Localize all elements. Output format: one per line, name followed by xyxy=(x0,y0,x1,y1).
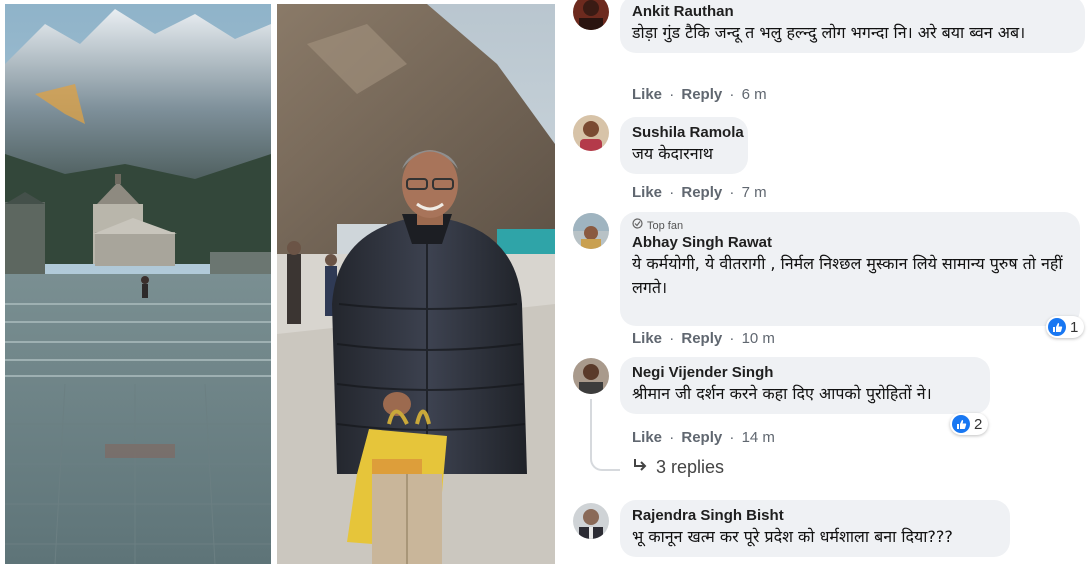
avatar[interactable] xyxy=(573,213,609,249)
comment-time[interactable]: 14 m xyxy=(742,429,775,446)
separator: · xyxy=(729,330,735,347)
reply-button[interactable]: Reply xyxy=(681,429,722,446)
separator: · xyxy=(729,429,735,446)
thread-line xyxy=(590,399,620,471)
comment-bubble: Rajendra Singh Bisht भू कानून खत्म कर पू… xyxy=(620,500,1010,557)
comment-actions: Like · Reply · 7 m xyxy=(632,184,767,201)
comment-time[interactable]: 7 m xyxy=(742,184,767,201)
avatar[interactable] xyxy=(573,358,609,394)
separator: · xyxy=(669,86,675,103)
reply-button[interactable]: Reply xyxy=(681,86,722,103)
separator: · xyxy=(669,184,675,201)
like-button[interactable]: Like xyxy=(632,86,662,103)
separator: · xyxy=(669,429,675,446)
comment-author[interactable]: Rajendra Singh Bisht xyxy=(632,506,998,525)
comment-text: भू कानून खत्म कर पूरे प्रदेश को धर्मशाला… xyxy=(632,527,953,546)
comment-text: डोड़ा गुंड टैकि जन्दू त भलु हल्न्दु लोग … xyxy=(632,23,1026,42)
comment-author[interactable]: Ankit Rauthan xyxy=(632,2,1073,21)
view-replies-link[interactable]: 3 replies xyxy=(632,457,724,478)
person-photo xyxy=(277,4,555,564)
comment-actions: Like · Reply · 6 m xyxy=(632,86,767,103)
reply-button[interactable]: Reply xyxy=(681,184,722,201)
reaction-number: 2 xyxy=(974,415,983,433)
avatar[interactable] xyxy=(573,115,609,151)
comment-actions: Like · Reply · 14 m xyxy=(632,429,775,446)
comment-bubble: Top fan Abhay Singh Rawat ये कर्मयोगी, य… xyxy=(620,212,1080,326)
thumbs-up-icon xyxy=(1048,318,1066,336)
replies-count: 3 replies xyxy=(656,457,725,477)
avatar[interactable] xyxy=(573,0,609,30)
like-button[interactable]: Like xyxy=(632,330,662,347)
top-fan-icon xyxy=(632,218,643,233)
comment-bubble: Negi Vijender Singh श्रीमान जी दर्शन करन… xyxy=(620,357,990,414)
reaction-count[interactable]: 1 xyxy=(1046,316,1085,338)
comment-text: श्रीमान जी दर्शन करने कहा दिए आपको पुरोह… xyxy=(632,384,932,403)
comment-time[interactable]: 6 m xyxy=(742,86,767,103)
separator: · xyxy=(729,184,735,201)
comment-actions: Like · Reply · 10 m xyxy=(632,330,775,347)
separator: · xyxy=(729,86,735,103)
comment-bubble: Sushila Ramola जय केदारनाथ xyxy=(620,117,748,174)
avatar[interactable] xyxy=(573,503,609,539)
top-fan-badge: Top fan xyxy=(632,218,1068,233)
separator: · xyxy=(669,330,675,347)
reaction-number: 1 xyxy=(1070,318,1079,336)
like-button[interactable]: Like xyxy=(632,429,662,446)
comments-panel: Ankit Rauthan डोड़ा गुंड टैकि जन्दू त भल… xyxy=(560,0,1090,570)
reply-button[interactable]: Reply xyxy=(681,330,722,347)
comment-bubble: Ankit Rauthan डोड़ा गुंड टैकि जन्दू त भल… xyxy=(620,0,1085,53)
comment-author[interactable]: Sushila Ramola xyxy=(632,123,744,142)
thumbs-up-icon xyxy=(952,415,970,433)
comment-time[interactable]: 10 m xyxy=(742,330,775,347)
top-fan-label: Top fan xyxy=(647,219,684,232)
reaction-count[interactable]: 2 xyxy=(950,413,989,435)
temple-photo xyxy=(5,4,271,564)
reply-arrow-icon xyxy=(632,457,648,478)
comment-author[interactable]: Negi Vijender Singh xyxy=(632,363,978,382)
like-button[interactable]: Like xyxy=(632,184,662,201)
comment-author[interactable]: Abhay Singh Rawat xyxy=(632,233,1068,252)
comment-text: ये कर्मयोगी, ये वीतरागी , निर्मल निश्छल … xyxy=(632,254,1063,297)
comment-text: जय केदारनाथ xyxy=(632,144,713,163)
